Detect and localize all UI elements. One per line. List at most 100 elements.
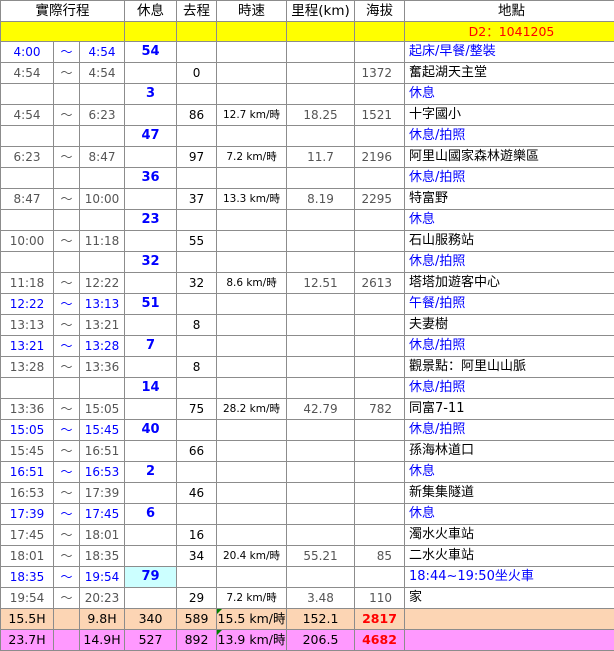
time-separator: ～ <box>54 546 80 567</box>
speed <box>217 378 287 399</box>
table-row: 4:00～4:5454起床/早餐/整裝 <box>1 42 614 63</box>
altitude <box>355 567 405 588</box>
altitude <box>355 357 405 378</box>
distance-km <box>287 420 355 441</box>
total-duration: 589 <box>177 609 217 630</box>
end-time: 15:45 <box>80 420 125 441</box>
time-separator: ～ <box>54 42 80 63</box>
end-time: 15:05 <box>80 399 125 420</box>
rest-minutes <box>125 147 177 168</box>
table-row: 17:39～17:456休息 <box>1 504 614 525</box>
table-row: 14休息/拍照 <box>1 378 614 399</box>
distance-km <box>287 483 355 504</box>
location: 夫妻樹 <box>405 315 614 336</box>
speed <box>217 462 287 483</box>
header-row: 實際行程 休息 去程 時速 里程(km) 海拔 地點 <box>1 1 614 22</box>
start-time: 16:53 <box>1 483 54 504</box>
duration-minutes <box>177 252 217 273</box>
table-row: 15:05～15:4540休息/拍照 <box>1 420 614 441</box>
location: 濁水火車站 <box>405 525 614 546</box>
summary-row: 23.7H14.9H52789213.9 km/時206.54682 <box>1 630 614 651</box>
rest-minutes: 32 <box>125 252 177 273</box>
start-time: 18:01 <box>1 546 54 567</box>
speed: 7.2 km/時 <box>217 588 287 609</box>
altitude <box>355 294 405 315</box>
table-row: 13:13～13:218夫妻樹 <box>1 315 614 336</box>
altitude <box>355 441 405 462</box>
duration-minutes: 55 <box>177 231 217 252</box>
rest-minutes <box>125 357 177 378</box>
distance-km: 3.48 <box>287 588 355 609</box>
rest-minutes: 7 <box>125 336 177 357</box>
duration-minutes: 8 <box>177 357 217 378</box>
moving-hours: 14.9H <box>80 630 125 651</box>
header-speed: 時速 <box>217 1 287 22</box>
rest-minutes: 47 <box>125 126 177 147</box>
table-row: 10:00～11:1855石山服務站 <box>1 231 614 252</box>
time-separator: ～ <box>54 357 80 378</box>
speed <box>217 483 287 504</box>
time-separator: ～ <box>54 189 80 210</box>
speed: 7.2 km/時 <box>217 147 287 168</box>
time-separator <box>54 210 80 231</box>
comment-marker-icon <box>217 630 222 635</box>
distance-km: 18.25 <box>287 105 355 126</box>
time-separator: ～ <box>54 462 80 483</box>
speed <box>217 126 287 147</box>
duration-minutes: 34 <box>177 546 217 567</box>
time-separator: ～ <box>54 420 80 441</box>
start-time: 13:13 <box>1 315 54 336</box>
distance-km: 8.19 <box>287 189 355 210</box>
end-time: 18:35 <box>80 546 125 567</box>
end-time <box>80 252 125 273</box>
time-separator: ～ <box>54 588 80 609</box>
start-time: 8:47 <box>1 189 54 210</box>
rest-minutes: 51 <box>125 294 177 315</box>
start-time <box>1 252 54 273</box>
rest-minutes: 54 <box>125 42 177 63</box>
altitude: 110 <box>355 588 405 609</box>
rest-minutes: 79 <box>125 567 177 588</box>
end-time: 4:54 <box>80 63 125 84</box>
table-row: 4:54～4:5401372奮起湖天主堂 <box>1 63 614 84</box>
location: 十字國小 <box>405 105 614 126</box>
start-time <box>1 210 54 231</box>
location: 休息 <box>405 462 614 483</box>
day-row: D2：1041205 <box>1 22 614 42</box>
comment-marker-icon <box>217 609 222 614</box>
end-time: 10:00 <box>80 189 125 210</box>
table-row: 47休息/拍照 <box>1 126 614 147</box>
total-distance: 152.1 <box>287 609 355 630</box>
duration-minutes <box>177 42 217 63</box>
speed <box>217 210 287 231</box>
duration-minutes <box>177 420 217 441</box>
location: 休息/拍照 <box>405 378 614 399</box>
distance-km <box>287 252 355 273</box>
total-rest: 527 <box>125 630 177 651</box>
distance-km <box>287 504 355 525</box>
time-separator <box>54 168 80 189</box>
moving-hours: 9.8H <box>80 609 125 630</box>
start-time: 13:21 <box>1 336 54 357</box>
end-time: 13:36 <box>80 357 125 378</box>
header-km: 里程(km) <box>287 1 355 22</box>
speed: 20.4 km/時 <box>217 546 287 567</box>
summary-location <box>405 630 614 651</box>
distance-km <box>287 168 355 189</box>
total-altitude: 4682 <box>355 630 405 651</box>
distance-km <box>287 294 355 315</box>
end-time: 18:01 <box>80 525 125 546</box>
summary-row: 15.5H9.8H34058915.5 km/時152.12817 <box>1 609 614 630</box>
altitude: 85 <box>355 546 405 567</box>
table-row: 13:21～13:287休息/拍照 <box>1 336 614 357</box>
time-separator: ～ <box>54 273 80 294</box>
location: 休息/拍照 <box>405 420 614 441</box>
duration-minutes <box>177 567 217 588</box>
start-time: 11:18 <box>1 273 54 294</box>
duration-minutes: 16 <box>177 525 217 546</box>
start-time: 6:23 <box>1 147 54 168</box>
duration-minutes: 37 <box>177 189 217 210</box>
altitude <box>355 525 405 546</box>
start-time: 17:39 <box>1 504 54 525</box>
rest-minutes <box>125 189 177 210</box>
